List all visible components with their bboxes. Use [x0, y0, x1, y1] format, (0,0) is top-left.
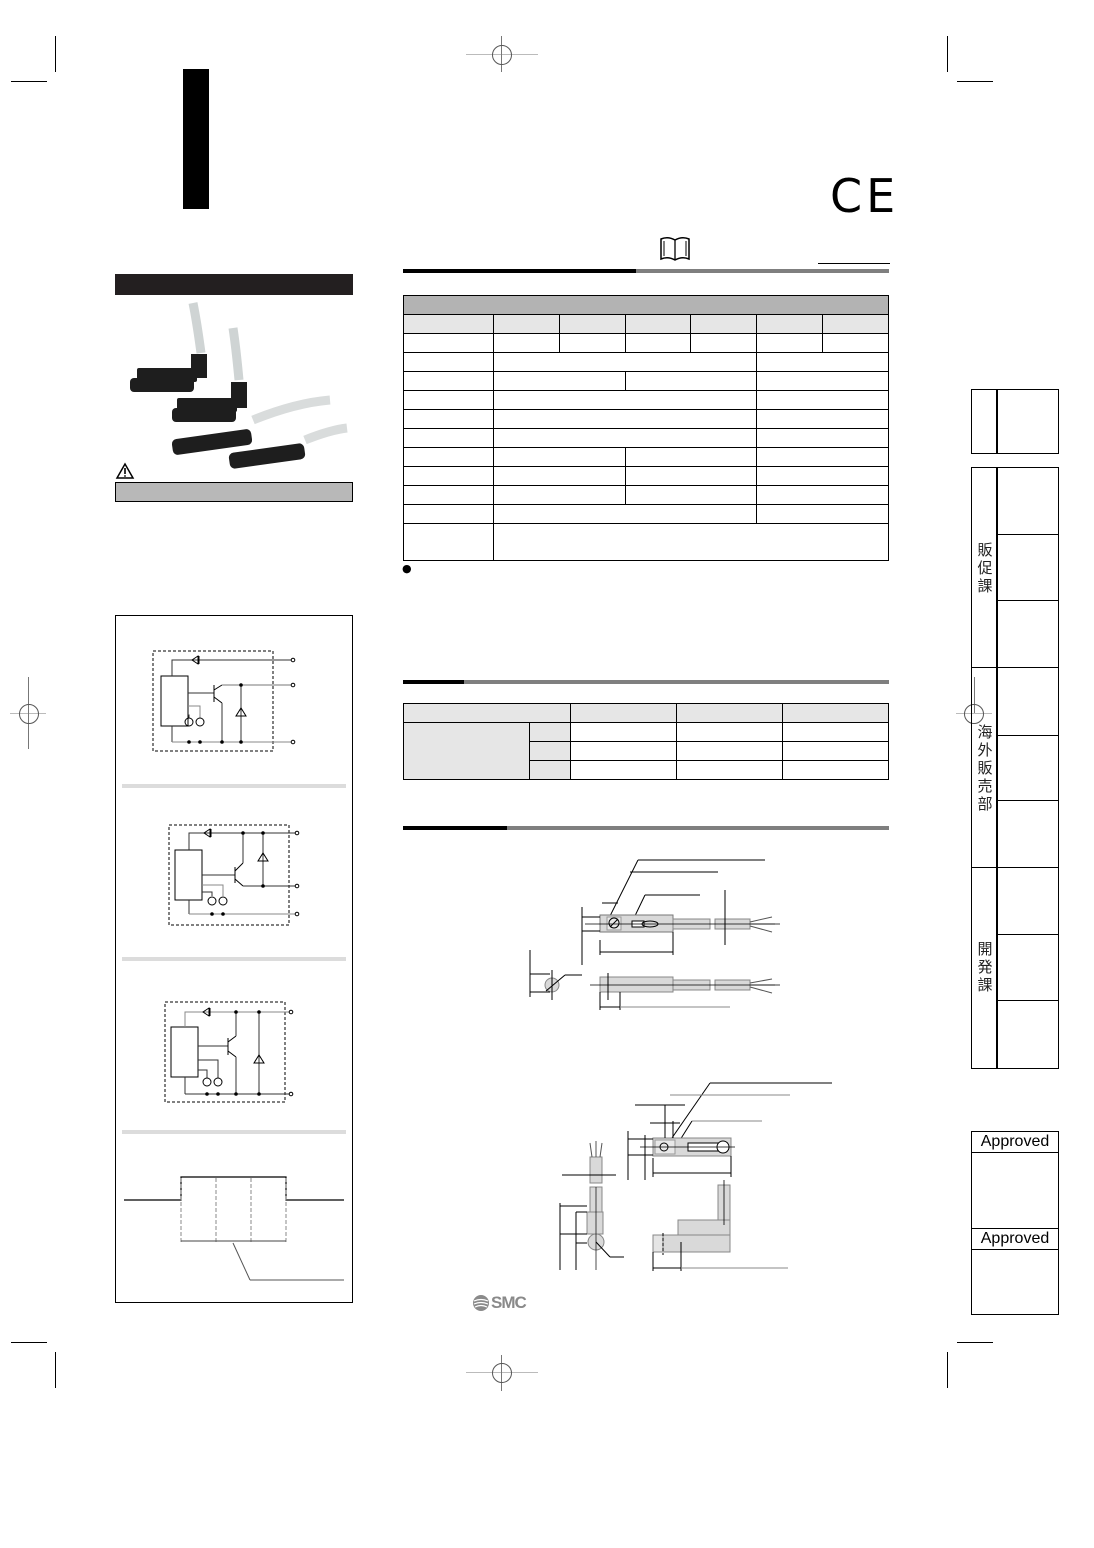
underline: [818, 263, 890, 264]
note-bullet: ●: [402, 562, 412, 575]
table-row: [403, 485, 889, 505]
sensor-straight: [228, 443, 306, 469]
table-row: [403, 371, 889, 391]
table-row: [403, 703, 889, 723]
stamp-box-departments: 販 促 課 海 外 販 売 部 開 発 課: [971, 467, 1059, 1069]
department-label-overseas-sales: 海 外 販 売 部: [977, 723, 993, 813]
approval-box: Approved Approved: [971, 1131, 1059, 1315]
stamp-box-top: [971, 389, 1059, 454]
table-row: [403, 314, 889, 334]
crop-mark: [55, 1352, 56, 1388]
dimension-drawing-straight: [529, 859, 780, 1010]
divider: [122, 957, 346, 961]
table-row: [403, 409, 889, 429]
book-icon: [660, 236, 690, 261]
section-bar-2: [403, 680, 889, 684]
approved-label: Approved: [980, 1230, 1050, 1247]
cable: [228, 327, 244, 381]
dimension-drawing-l-type: [559, 1082, 832, 1271]
crop-mark: [957, 1342, 993, 1343]
sensor-straight: [171, 429, 253, 455]
crop-mark: [947, 1352, 948, 1388]
approved-label: Approved: [980, 1133, 1050, 1150]
crop-mark: [11, 1342, 47, 1343]
crop-mark: [55, 36, 56, 72]
table-row: [403, 352, 889, 372]
section-bar-dimensions: [403, 826, 889, 830]
table-header: [403, 295, 889, 315]
product-title-bar: [115, 274, 353, 295]
ce-mark: CE: [830, 169, 900, 223]
cable: [251, 395, 331, 425]
divider: [122, 784, 346, 788]
table-row: [403, 504, 889, 524]
sensor-l-type: [130, 354, 207, 392]
lead-wire-table: [403, 703, 889, 780]
cable: [303, 423, 348, 445]
smc-logo: SMC: [472, 1293, 527, 1313]
table-row: [403, 466, 889, 486]
table-row: [403, 390, 889, 410]
crop-mark: [947, 36, 948, 72]
chapter-tab: [183, 69, 209, 209]
divider: [122, 1130, 346, 1134]
circuit-diagram-3: [164, 1001, 294, 1103]
section-bar-specifications: [403, 269, 889, 273]
circuit-diagram-2: [168, 824, 300, 926]
smc-logo-mark: [473, 1295, 489, 1311]
department-label-sales-promotion: 販 促 課: [977, 541, 993, 595]
specifications-table: [403, 295, 889, 561]
table-row: [403, 523, 889, 561]
table-row: [403, 428, 889, 448]
cable: [188, 302, 206, 354]
crop-mark: [11, 81, 47, 82]
crop-mark: [957, 81, 993, 82]
warning-triangle-icon: [115, 462, 135, 479]
timing-diagram: [124, 1176, 344, 1281]
smc-logo-text: SMC: [491, 1293, 527, 1312]
table-row: [403, 333, 889, 353]
warning-banner: [115, 482, 353, 502]
table-row: [403, 447, 889, 467]
department-label-development: 開 発 課: [977, 940, 993, 994]
circuit-diagram-1: [152, 650, 296, 752]
product-photo: [130, 302, 348, 469]
table-row: [403, 722, 889, 780]
